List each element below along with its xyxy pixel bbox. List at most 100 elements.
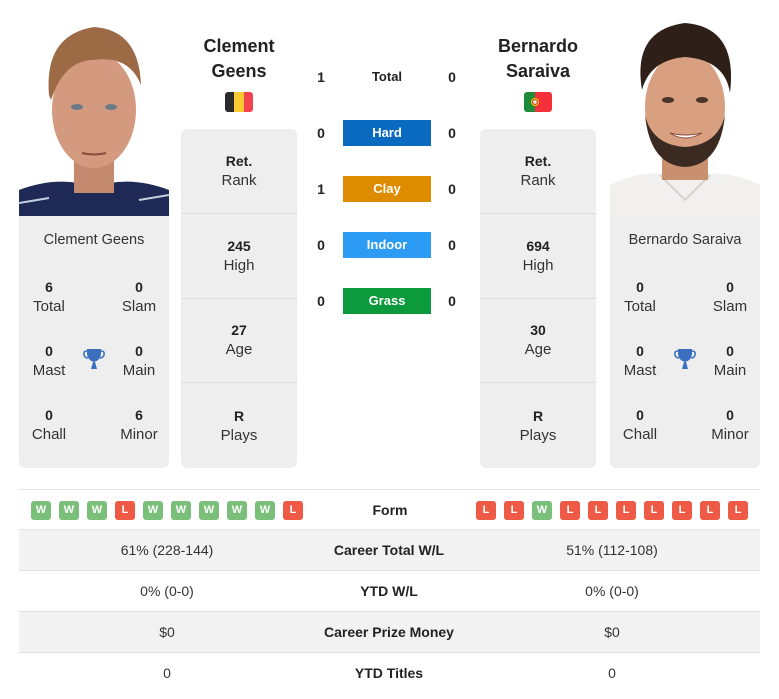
- h2h-hard-p1: 0: [317, 125, 325, 141]
- player2-photo: [610, 15, 760, 216]
- player1-form-result-loss[interactable]: L: [283, 501, 303, 520]
- surface-grass-button[interactable]: Grass: [343, 288, 431, 314]
- player1-career-prize-money: $0: [159, 624, 175, 640]
- player1-titles-total: 6 Total: [33, 279, 65, 315]
- stats-label: Career Total W/L: [333, 542, 445, 558]
- stats-row-ytd-wl: 0% (0-0) YTD W/L 0% (0-0): [19, 571, 760, 612]
- portugal-flag-icon: [524, 92, 552, 112]
- player2-titles-mast: 0 Mast: [623, 343, 657, 379]
- surface-clay-button[interactable]: Clay: [343, 176, 431, 202]
- h2h-indoor-p1: 0: [317, 237, 325, 253]
- player1-titles-card: Clement Geens 6 Total 0 Slam 0 Mast 0 Ma…: [19, 216, 169, 468]
- surface-hard-button[interactable]: Hard: [343, 120, 431, 146]
- player2-form-result-loss[interactable]: L: [476, 501, 496, 520]
- player2-titles-slam: 0 Slam: [712, 279, 748, 315]
- h2h-indoor-row: 0 Indoor 0: [300, 232, 478, 258]
- player1-rank: Ret. Rank: [181, 129, 297, 214]
- stats-row-career-total-wl: 61% (228-144) Career Total W/L 51% (112-…: [19, 530, 760, 571]
- h2h-total-p2: 0: [448, 69, 456, 85]
- player2-form-badges: LLWLLLLLLL: [476, 501, 748, 520]
- player2-titles-minor: 0 Minor: [711, 407, 749, 443]
- player1-first-name: Clement: [203, 36, 275, 56]
- h2h-total-row: 1 Total 0: [300, 64, 478, 90]
- player2-titles-total: 0 Total: [624, 279, 656, 315]
- stats-row-career-prize-money: $0 Career Prize Money $0: [19, 612, 760, 653]
- player2-form-result-loss[interactable]: L: [588, 501, 608, 520]
- h2h-indoor-p2: 0: [448, 237, 456, 253]
- player1-form-result-win[interactable]: W: [59, 501, 79, 520]
- player2-high-rank: 694 High: [480, 214, 596, 299]
- player2-form-result-loss[interactable]: L: [504, 501, 524, 520]
- player1-form-result-win[interactable]: W: [171, 501, 191, 520]
- player2-form-result-loss[interactable]: L: [728, 501, 748, 520]
- player1-form-result-win[interactable]: W: [227, 501, 247, 520]
- player1-form-result-win[interactable]: W: [143, 501, 163, 520]
- h2h-hard-row: 0 Hard 0: [300, 120, 478, 146]
- player1-titles-main: 0 Main: [122, 343, 156, 379]
- player1-high-rank: 245 High: [181, 214, 297, 299]
- player2-ytd-titles: 0: [608, 665, 616, 681]
- player1-form-result-win[interactable]: W: [199, 501, 219, 520]
- player2-age: 30 Age: [480, 299, 596, 384]
- belgium-flag-icon: [225, 92, 253, 112]
- trophy-icon: [83, 349, 105, 369]
- flag-stripe: [243, 92, 253, 112]
- player2-name-heading[interactable]: Bernardo Saraiva: [468, 34, 608, 84]
- player1-form-result-win[interactable]: W: [31, 501, 51, 520]
- h2h-clay-p2: 0: [448, 181, 456, 197]
- player2-ytd-wl: 0% (0-0): [585, 583, 639, 599]
- player2-first-name: Bernardo: [497, 36, 578, 56]
- flag-stripe: [234, 92, 244, 112]
- player1-form-badges: WWWLWWWWWL: [31, 501, 303, 520]
- h2h-hard-p2: 0: [448, 125, 456, 141]
- player1-name-heading[interactable]: Clement Geens: [169, 34, 309, 84]
- form-label: Form: [372, 502, 408, 518]
- stats-label: YTD Titles: [354, 665, 424, 681]
- player2-plays: R Plays: [519, 407, 557, 444]
- trophy-icon: [674, 349, 696, 369]
- player2-info-card: Ret. Rank 694 High 30 Age R Plays: [480, 129, 596, 468]
- player1-plays: R Plays: [220, 407, 258, 444]
- h2h-total-label: Total: [371, 69, 403, 84]
- player1-titles-chall: 0 Chall: [31, 407, 67, 443]
- player1-info-card: Ret. Rank 245 High 27 Age R Plays: [181, 129, 297, 468]
- h2h-grass-p1: 0: [317, 293, 325, 309]
- player1-titles-minor: 6 Minor: [120, 407, 158, 443]
- player2-form-result-loss[interactable]: L: [560, 501, 580, 520]
- player1-titles-mast: 0 Mast: [32, 343, 66, 379]
- portugal-coat-of-arms-icon: [531, 98, 539, 106]
- player2-portrait-image: [610, 15, 760, 216]
- surface-indoor-button[interactable]: Indoor: [343, 232, 431, 258]
- player2-rank: Ret. Rank: [480, 129, 596, 214]
- player2-titles-chall: 0 Chall: [622, 407, 658, 443]
- player2-form-result-loss[interactable]: L: [616, 501, 636, 520]
- player1-full-name[interactable]: Clement Geens: [19, 232, 169, 248]
- player2-full-name[interactable]: Bernardo Saraiva: [610, 232, 760, 248]
- player2-titles-card: Bernardo Saraiva 0 Total 0 Slam 0 Mast 0…: [610, 216, 760, 468]
- h2h-clay-row: 1 Clay 0: [300, 176, 478, 202]
- player1-ytd-titles: 0: [163, 665, 171, 681]
- form-row: WWWLWWWWWL Form LLWLLLLLLL: [19, 489, 760, 530]
- player2-form-result-win[interactable]: W: [532, 501, 552, 520]
- player1-form-result-loss[interactable]: L: [115, 501, 135, 520]
- player2-form-result-loss[interactable]: L: [644, 501, 664, 520]
- player1-form-result-win[interactable]: W: [255, 501, 275, 520]
- player1-form-result-win[interactable]: W: [87, 501, 107, 520]
- stats-label: YTD W/L: [360, 583, 418, 599]
- stats-label: Career Prize Money: [324, 624, 454, 640]
- h2h-clay-p1: 1: [317, 181, 325, 197]
- player1-last-name: Geens: [211, 61, 267, 81]
- player1-age: 27 Age: [181, 299, 297, 384]
- player1-titles-slam: 0 Slam: [121, 279, 157, 315]
- h2h-grass-p2: 0: [448, 293, 456, 309]
- h2h-grass-row: 0 Grass 0: [300, 288, 478, 314]
- player2-form-result-loss[interactable]: L: [700, 501, 720, 520]
- player1-portrait-image: [19, 15, 169, 216]
- player2-form-result-loss[interactable]: L: [672, 501, 692, 520]
- player1-career-total-wl: 61% (228-144): [120, 542, 214, 558]
- player2-career-prize-money: $0: [604, 624, 620, 640]
- player2-titles-main: 0 Main: [713, 343, 747, 379]
- player1-photo: [19, 15, 169, 216]
- flag-stripe: [225, 92, 235, 112]
- h2h-total-p1: 1: [317, 69, 325, 85]
